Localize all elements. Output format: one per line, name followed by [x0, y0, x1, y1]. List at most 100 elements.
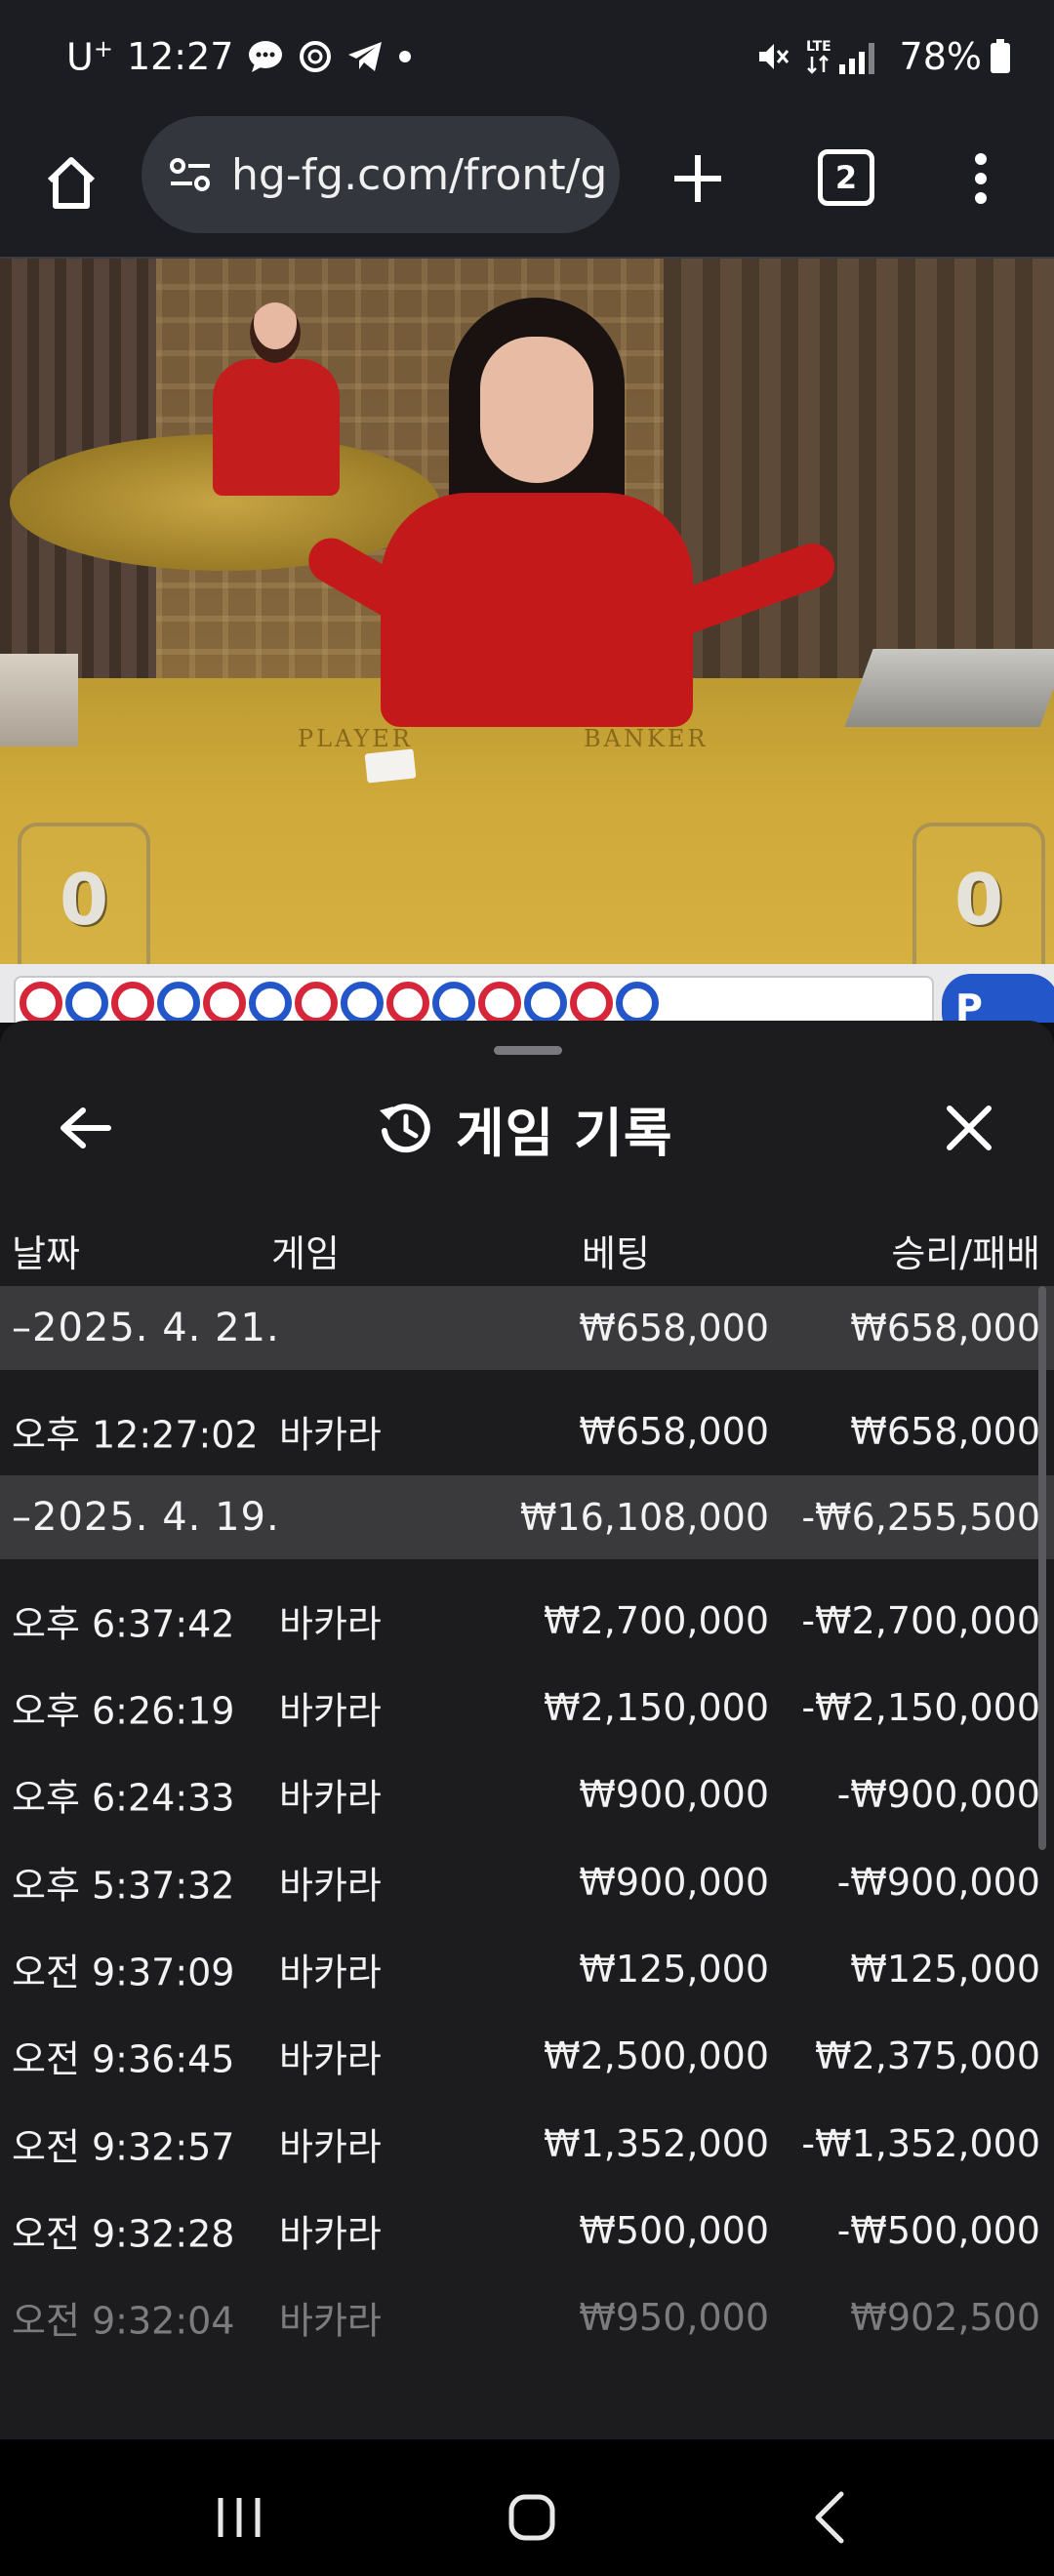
row-game: 바카라	[279, 1776, 382, 1820]
column-header-result[interactable]: 승리/패배	[891, 1224, 1040, 1277]
row-result: ₩125,000	[850, 1947, 1040, 1991]
browser-toolbar: hg-fg.com/front/g 2	[0, 112, 1054, 259]
live-video-stream[interactable]: PLAYER BANKER 0 0	[0, 259, 1054, 964]
address-bar[interactable]: hg-fg.com/front/g	[142, 116, 620, 233]
battery-percent: 78%	[899, 35, 982, 78]
row-game: 바카라	[279, 2037, 382, 2081]
row-date: 오전 9:37:09	[12, 1951, 235, 1994]
row-date: 오전 9:32:57	[12, 2125, 235, 2169]
history-row[interactable]: 오전 9:32:04 바카라 ₩950,000 ₩902,500	[0, 2274, 1054, 2361]
history-row[interactable]: 오전 9:36:45 바카라 ₩2,500,000 ₩2,375,000	[0, 2013, 1054, 2100]
close-button[interactable]	[932, 1089, 1006, 1167]
banker-score: 0	[912, 823, 1045, 964]
row-bet: ₩16,108,000	[519, 1495, 769, 1539]
back-arrow-icon	[61, 1107, 111, 1148]
lte-signal-icon: LTE	[806, 37, 884, 76]
row-bet: ₩2,700,000	[544, 1598, 769, 1642]
row-result: -₩900,000	[836, 1773, 1040, 1817]
bead-blue	[616, 982, 659, 1023]
close-icon	[947, 1106, 992, 1150]
bead-red	[20, 982, 62, 1023]
history-row[interactable]: 오전 9:32:57 바카라 ₩1,352,000 -₩1,352,000	[0, 2100, 1054, 2187]
home-button[interactable]	[37, 143, 105, 221]
bead-red	[570, 982, 613, 1023]
bead-red	[386, 982, 429, 1023]
svg-text:LTE: LTE	[806, 39, 831, 55]
data-saver-icon	[298, 39, 333, 74]
row-game: 바카라	[279, 2212, 382, 2256]
row-result: -₩900,000	[836, 1860, 1040, 1904]
title-text: 게임 기록	[456, 1102, 673, 1164]
back-button[interactable]	[51, 1089, 119, 1167]
sheet-title: 게임 기록	[376, 1087, 673, 1169]
bead-red	[203, 982, 246, 1023]
history-row[interactable]: 오후 5:37:32 바카라 ₩900,000 -₩900,000	[0, 1838, 1054, 1925]
history-icon	[376, 1099, 434, 1157]
row-result: ₩902,500	[850, 2296, 1040, 2340]
row-result: ₩2,375,000	[815, 2034, 1040, 2078]
history-row[interactable]: 오후 12:27:02 바카라 ₩658,000 ₩658,000	[0, 1388, 1054, 1474]
url-text[interactable]: hg-fg.com/front/g	[231, 150, 607, 200]
recents-button[interactable]	[200, 2478, 278, 2556]
date-group-row[interactable]: –2025. 4. 19. ₩16,108,000 -₩6,255,500	[0, 1474, 1054, 1559]
row-result: -₩2,150,000	[801, 1686, 1040, 1730]
history-row[interactable]: 오전 9:37:09 바카라 ₩125,000 ₩125,000	[0, 1925, 1054, 2012]
clock: 12:27	[126, 35, 234, 78]
history-row[interactable]: 오후 6:37:42 바카라 ₩2,700,000 -₩2,700,000	[0, 1577, 1054, 1664]
history-row[interactable]: 오후 6:24:33 바카라 ₩900,000 -₩900,000	[0, 1751, 1054, 1838]
telegram-icon	[346, 40, 384, 73]
home-nav-button[interactable]	[493, 2478, 571, 2556]
row-bet: ₩125,000	[579, 1947, 769, 1991]
battery-icon	[990, 39, 1011, 74]
row-bet: ₩1,352,000	[544, 2121, 769, 2165]
player-bet-button[interactable]: P	[942, 974, 1054, 1023]
row-result: -₩6,255,500	[801, 1495, 1040, 1539]
row-game: 바카라	[279, 2299, 382, 2343]
tab-switcher-button[interactable]: 2	[818, 149, 874, 206]
carrier-label: U+	[66, 34, 113, 79]
row-result: -₩2,700,000	[801, 1598, 1040, 1642]
back-chevron-icon	[815, 2491, 844, 2544]
bead-blue	[341, 982, 384, 1023]
player-score: 0	[18, 823, 150, 964]
home-circle-icon	[508, 2494, 555, 2541]
felt-player-label: PLAYER	[298, 725, 413, 752]
more-menu-icon	[975, 153, 987, 204]
row-date: 오후 6:37:42	[12, 1602, 235, 1646]
column-header-date[interactable]: 날짜	[12, 1224, 80, 1277]
roadmap-strip: P	[0, 964, 1054, 1023]
recents-icon	[218, 2498, 261, 2537]
scrollbar[interactable]	[1038, 1286, 1046, 1850]
card-stack	[0, 654, 78, 746]
bead-road	[14, 976, 934, 1023]
row-bet: ₩658,000	[579, 1307, 769, 1349]
back-nav-button[interactable]	[790, 2478, 869, 2556]
row-bet: ₩658,000	[579, 1409, 769, 1453]
history-row[interactable]: 오후 6:26:19 바카라 ₩2,150,000 -₩2,150,000	[0, 1665, 1054, 1751]
chat-bubble-icon	[247, 38, 284, 75]
row-bet: ₩2,150,000	[544, 1686, 769, 1730]
row-date: 오전 9:32:04	[12, 2299, 235, 2343]
new-tab-button[interactable]	[664, 140, 732, 218]
history-row[interactable]: 오전 9:32:28 바카라 ₩500,000 -₩500,000	[0, 2187, 1054, 2274]
row-date: 오후 6:24:33	[12, 1776, 235, 1820]
drag-handle[interactable]	[494, 1046, 562, 1055]
row-game: 바카라	[279, 1602, 382, 1646]
bead-blue	[249, 982, 292, 1023]
dealer	[300, 298, 841, 727]
row-date: 오전 9:36:45	[12, 2037, 235, 2081]
dot-icon	[397, 49, 413, 64]
bead-red	[111, 982, 154, 1023]
site-settings-icon[interactable]	[169, 155, 212, 194]
row-date: 오후 5:37:32	[12, 1864, 235, 1908]
date-group-row[interactable]: –2025. 4. 21. ₩658,000 ₩658,000	[0, 1286, 1054, 1370]
column-header-game[interactable]: 게임	[271, 1224, 340, 1277]
row-game: 바카라	[279, 2125, 382, 2169]
row-result: ₩658,000	[850, 1307, 1040, 1349]
tab-count: 2	[834, 159, 858, 196]
bead-blue	[432, 982, 475, 1023]
row-result: -₩500,000	[836, 2208, 1040, 2252]
row-date: 오후 12:27:02	[12, 1413, 259, 1457]
column-header-bet[interactable]: 베팅	[582, 1224, 650, 1277]
more-menu-button[interactable]	[961, 140, 1000, 218]
